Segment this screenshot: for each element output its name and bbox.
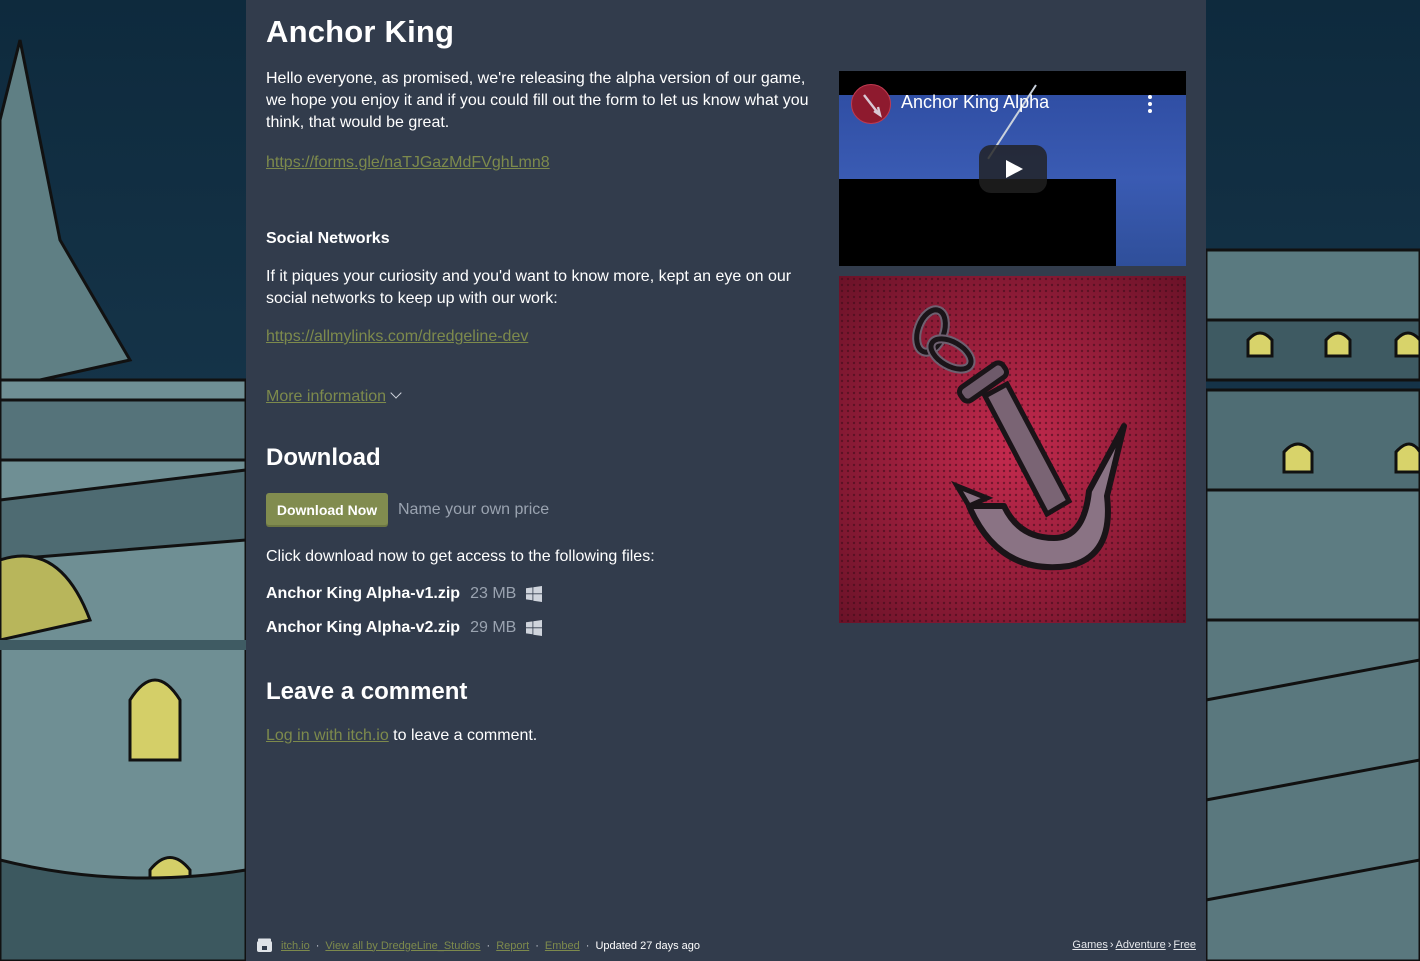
file-size: 29 MB <box>470 619 517 636</box>
file-name: Anchor King Alpha-v2.zip <box>266 619 461 636</box>
feedback-form-link[interactable]: https://forms.gle/naTJGazMdFVghLmn8 <box>266 152 550 174</box>
game-page-column: Anchor King Hello everyone, as promised,… <box>246 0 1206 961</box>
chevron-down-icon <box>390 387 402 399</box>
login-suffix: to leave a comment. <box>388 727 538 744</box>
video-title[interactable]: Anchor King Alpha <box>901 92 1049 113</box>
breadcrumb-adventure[interactable]: Adventure <box>1116 939 1166 951</box>
download-now-button[interactable]: Download Now <box>266 493 388 527</box>
anchor-icon <box>863 94 882 118</box>
footer: itch.io · View all by DredgeLine_Studios… <box>246 935 1206 957</box>
social-networks-heading: Social Networks <box>266 230 390 247</box>
embed-link[interactable]: Embed <box>545 940 580 952</box>
file-row: Anchor King Alpha-v2.zip 29 MB <box>266 619 543 637</box>
view-all-link[interactable]: View all by DredgeLine_Studios <box>325 940 480 952</box>
intro-text: Hello everyone, as promised, we're relea… <box>266 70 809 131</box>
windows-icon <box>526 620 543 636</box>
file-size: 23 MB <box>470 585 517 602</box>
updated-text: Updated 27 days ago <box>595 939 701 952</box>
breadcrumb: Games › Adventure › Free <box>1072 939 1196 951</box>
game-title: Anchor King <box>266 14 455 49</box>
social-text: If it piques your curiosity and you'd wa… <box>266 268 792 307</box>
video-embed[interactable]: Anchor King Alpha <box>839 71 1186 266</box>
download-heading: Download <box>266 444 381 471</box>
itch-logo-icon[interactable] <box>256 938 273 953</box>
channel-avatar[interactable] <box>851 84 891 124</box>
price-hint: Name your own price <box>398 501 550 518</box>
login-link[interactable]: Log in with itch.io <box>266 727 389 744</box>
comment-heading: Leave a comment <box>266 678 468 705</box>
social-links-link[interactable]: https://allmylinks.com/dredgeline-dev <box>266 326 528 348</box>
file-row: Anchor King Alpha-v1.zip 23 MB <box>266 585 543 603</box>
play-icon[interactable] <box>979 145 1047 193</box>
more-information-link[interactable]: More information <box>266 388 386 405</box>
comment-login-line: Log in with itch.io to leave a comment. <box>266 727 537 745</box>
more-information-toggle[interactable]: More information <box>266 386 402 408</box>
anchor-artwork <box>839 276 1186 623</box>
footer-links: itch.io · View all by DredgeLine_Studios… <box>256 938 700 953</box>
report-link[interactable]: Report <box>496 940 529 952</box>
files-intro: Click download now to get access to the … <box>266 548 655 565</box>
breadcrumb-free[interactable]: Free <box>1173 939 1196 951</box>
breadcrumb-games[interactable]: Games <box>1072 939 1107 951</box>
itch-io-link[interactable]: itch.io <box>281 940 310 952</box>
kebab-menu-icon[interactable] <box>1148 95 1152 116</box>
file-name: Anchor King Alpha-v1.zip <box>266 585 461 602</box>
windows-icon <box>526 586 543 602</box>
